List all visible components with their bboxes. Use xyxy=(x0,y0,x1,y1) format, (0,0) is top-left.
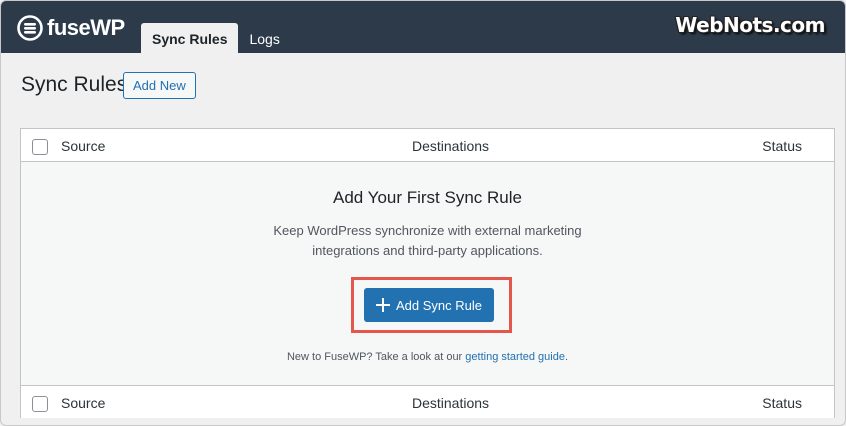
hint-text: New to FuseWP? Take a look at our xyxy=(286,351,466,363)
table-header-row: Source Destinations Status xyxy=(21,129,834,162)
tab-sync-rules[interactable]: Sync Rules xyxy=(141,23,239,53)
select-all-checkbox-footer[interactable] xyxy=(32,396,48,412)
add-sync-rule-button[interactable]: Add Sync Rule xyxy=(364,288,494,322)
watermark: WebNots.com xyxy=(675,13,825,37)
sync-rules-table: Source Destinations Status Add Your Firs… xyxy=(20,128,835,418)
column-footer-destinations: Destinations xyxy=(412,395,490,411)
column-footer-status: Status xyxy=(762,395,802,411)
column-header-source[interactable]: Source xyxy=(61,138,105,154)
hint-suffix: . xyxy=(564,351,569,363)
column-footer-source[interactable]: Source xyxy=(61,395,105,411)
column-header-destinations: Destinations xyxy=(412,138,490,154)
empty-state: Add Your First Sync Rule Keep WordPress … xyxy=(21,162,834,385)
app-window: fuseWP Sync Rules Logs WebNots.com Sync … xyxy=(0,0,846,426)
plus-icon xyxy=(376,298,390,312)
getting-started-link[interactable]: getting started guide xyxy=(465,351,565,363)
logo-text: fuseWP xyxy=(47,15,125,40)
empty-state-title: Add Your First Sync Rule xyxy=(333,188,522,207)
add-sync-rule-label: Add Sync Rule xyxy=(396,297,482,313)
add-new-button[interactable]: Add New xyxy=(123,72,196,99)
fusewp-logo[interactable]: fuseWP xyxy=(17,15,125,41)
tab-logs[interactable]: Logs xyxy=(238,23,290,53)
column-header-status: Status xyxy=(762,138,802,154)
page-title: Sync Rules xyxy=(21,73,128,96)
top-bar: fuseWP Sync Rules Logs WebNots.com xyxy=(1,1,845,53)
nav-tabs: Sync Rules Logs xyxy=(141,23,291,53)
empty-state-description: Keep WordPress synchronize with external… xyxy=(273,223,582,258)
table-footer-row: Source Destinations Status xyxy=(21,385,834,418)
getting-started-hint: New to FuseWP? Take a look at our gettin… xyxy=(21,351,834,363)
select-all-checkbox[interactable] xyxy=(32,139,48,155)
fusewp-logo-icon xyxy=(17,15,43,41)
